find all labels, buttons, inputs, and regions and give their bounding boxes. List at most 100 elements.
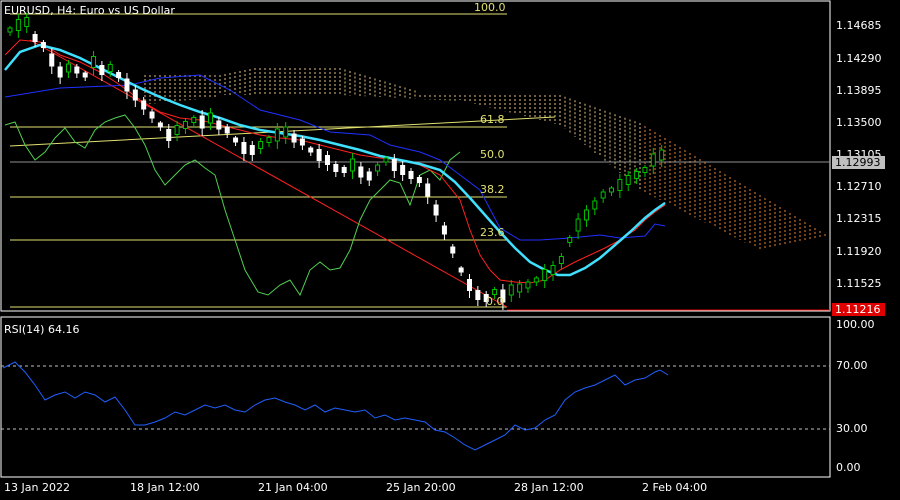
candle-body (375, 164, 381, 172)
candle-body (316, 149, 322, 161)
candle-body (199, 115, 205, 129)
candle-body (107, 64, 113, 72)
candle-body (15, 19, 21, 31)
candle-body (7, 27, 13, 33)
time-tick: 18 Jan 12:00 (130, 481, 200, 494)
candle-body (333, 164, 339, 172)
candle-body (132, 89, 138, 101)
candle-body (24, 17, 30, 27)
candle-body (617, 179, 623, 191)
candle-body (266, 137, 272, 143)
candle-body (634, 171, 640, 179)
chikou-span (4, 114, 461, 297)
fib-label-100: 100.0 (474, 1, 506, 14)
candle-body (116, 72, 122, 78)
candle-body (274, 128, 280, 142)
candle-body (40, 42, 46, 48)
candle-body (433, 204, 439, 216)
candle-body (350, 158, 356, 172)
candle-body (358, 166, 364, 178)
candle-body (191, 117, 197, 123)
candle-body (450, 246, 456, 254)
price-tick: 1.11525 (836, 277, 882, 290)
candle-body (458, 267, 464, 273)
candle-body (299, 138, 305, 146)
candle-body (609, 187, 615, 193)
rsi-tick: 100.00 (836, 318, 875, 331)
fib-label-23-6: 23.6 (480, 226, 505, 239)
candle-body (224, 126, 230, 134)
rsi-tick: 70.00 (836, 359, 868, 372)
candle-body (659, 149, 665, 161)
candle-body (157, 122, 163, 128)
fib-label-61-8: 61.8 (480, 113, 505, 126)
candle-body (174, 125, 180, 135)
price-tick: 1.12710 (836, 180, 882, 193)
chart-title: EURUSD, H4: Euro vs US Dollar (4, 4, 175, 17)
candle-body (141, 100, 147, 110)
fibonacci-retracement[interactable] (10, 13, 507, 308)
candle-body (650, 153, 656, 167)
candle-body (233, 137, 239, 143)
candle-body (558, 256, 564, 264)
candle-body (391, 159, 397, 171)
candle-body (592, 200, 598, 210)
time-tick: 21 Jan 04:00 (258, 481, 328, 494)
price-tick: 1.14685 (836, 19, 882, 32)
time-tick: 13 Jan 2022 (4, 481, 70, 494)
rsi-panel-frame (0, 316, 831, 478)
kijun-line (4, 74, 666, 241)
candle-body (258, 141, 264, 149)
candle-body (400, 165, 406, 175)
candle-body (32, 34, 38, 42)
candle-body (525, 281, 531, 289)
candle-body (408, 171, 414, 179)
candle-body (550, 265, 556, 275)
candle-body (416, 177, 422, 183)
candle-body (383, 157, 389, 163)
candle-body (533, 277, 539, 283)
candle-body (57, 66, 63, 78)
rsi-title: RSI(14) 64.16 (4, 323, 80, 336)
candle-body (425, 183, 431, 197)
candle-body (91, 56, 97, 68)
candle-body (208, 112, 214, 124)
rsi-tick: 0.00 (836, 461, 861, 474)
price-tick: 1.12315 (836, 212, 882, 225)
candle-body (567, 237, 573, 243)
candle-body (216, 120, 222, 130)
candle-body (625, 175, 631, 185)
candle-body (99, 65, 105, 75)
candle-body (324, 155, 330, 165)
marker-price-badge: 1.11216 (832, 303, 885, 316)
candle-body (82, 72, 88, 78)
chart-canvas[interactable] (0, 0, 900, 500)
fib-label-0: 0.0 (486, 295, 504, 308)
candle-body (642, 167, 648, 173)
candle-body (441, 225, 447, 235)
candle-body (249, 145, 255, 155)
candle-body (341, 167, 347, 173)
candle-body (182, 121, 188, 129)
candle-body (124, 78, 130, 92)
candle-body (542, 269, 548, 281)
candle-body (600, 191, 606, 199)
fib-label-38-2: 38.2 (480, 183, 505, 196)
candle-body (74, 66, 80, 74)
candle-body (241, 142, 247, 154)
price-tick: 1.13500 (836, 116, 882, 129)
candle-body (366, 171, 372, 181)
main-chart-frame (0, 0, 831, 312)
candle-body (517, 283, 523, 293)
rsi-tick: 30.00 (836, 422, 868, 435)
candle-body (492, 289, 498, 295)
price-tick: 1.11920 (836, 245, 882, 258)
current-price-badge: 1.12993 (832, 156, 885, 169)
candle-body (166, 129, 172, 141)
trendline-yellow[interactable] (9, 116, 556, 147)
price-tick: 1.14290 (836, 52, 882, 65)
time-tick: 2 Feb 04:00 (642, 481, 708, 494)
candle-body (291, 133, 297, 143)
candle-body (149, 111, 155, 119)
candle-body (583, 209, 589, 221)
